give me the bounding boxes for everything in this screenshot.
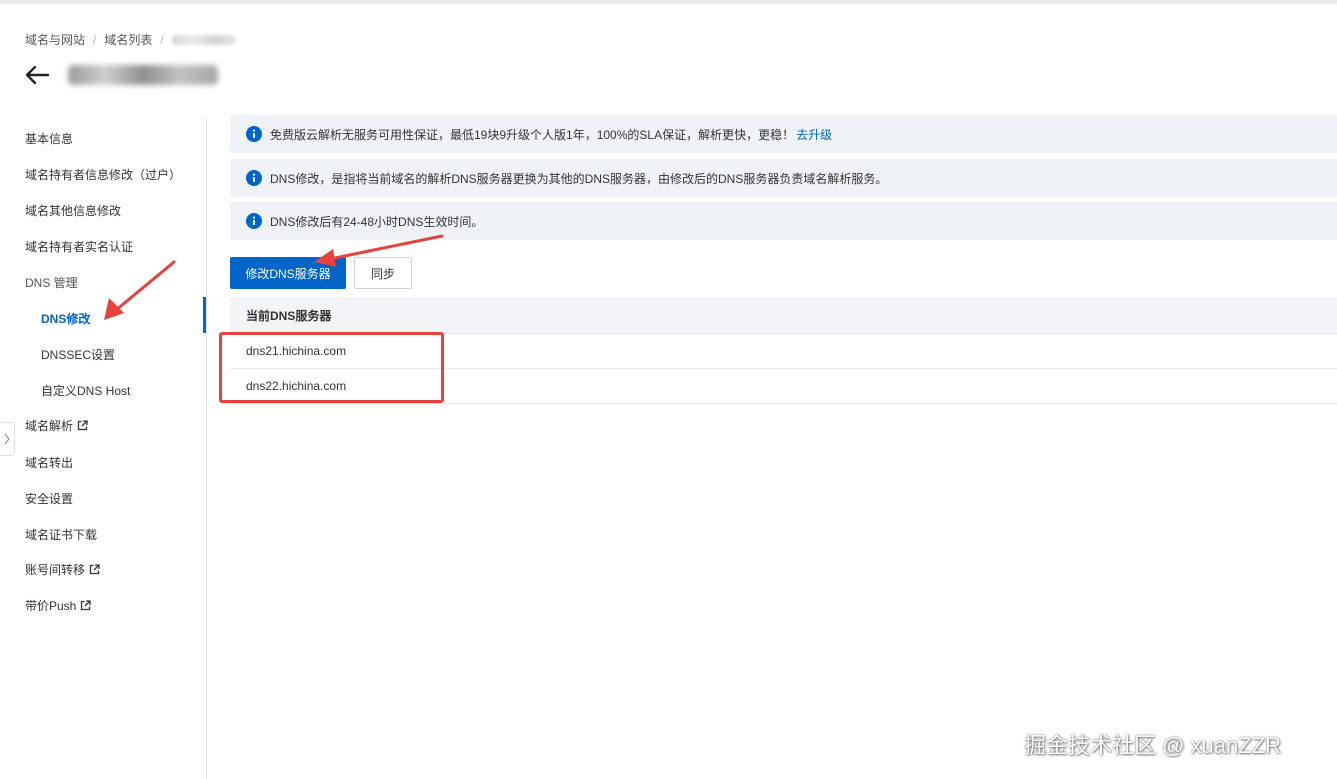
chevron-right-icon — [4, 433, 10, 445]
sidebar-item-label: DNSSEC设置 — [41, 348, 116, 362]
sidebar-item-label: 域名解析 — [25, 419, 74, 433]
notice-text: DNS修改后有24-48小时DNS生效时间。 — [270, 214, 484, 229]
sidebar-item-label: 带价Push — [25, 599, 77, 613]
sidebar-item-label: 域名证书下载 — [25, 528, 98, 542]
notice-text: 免费版云解析无服务可用性保证，最低19块9升级个人版1年，100%的SLA保证，… — [270, 127, 795, 142]
sidebar-group-dns-management: DNS 管理 — [25, 274, 78, 291]
breadcrumb-separator: / — [160, 32, 164, 47]
page-title-row — [24, 62, 218, 88]
sidebar-group-label: DNS 管理 — [25, 276, 78, 290]
sidebar-item-label: 账号间转移 — [25, 563, 86, 577]
sidebar-item-label: DNS修改 — [41, 312, 91, 326]
sidebar-item-account-transfer[interactable]: 账号间转移 — [25, 561, 100, 578]
breadcrumb-domain-list[interactable]: 域名列表 — [104, 31, 152, 48]
notice-upgrade: 免费版云解析无服务可用性保证，最低19块9升级个人版1年，100%的SLA保证，… — [230, 115, 1337, 153]
sidebar-item-label: 域名其他信息修改 — [25, 204, 122, 218]
sidebar-item-label: 安全设置 — [25, 492, 74, 506]
external-link-icon — [81, 600, 92, 611]
sidebar-item-priced-push[interactable]: 带价Push — [25, 597, 92, 614]
sidebar-item-dns-modify[interactable]: DNS修改 — [41, 310, 90, 327]
external-link-icon — [89, 564, 100, 575]
external-link-icon — [77, 420, 88, 431]
sidebar-item-certificate-download[interactable]: 域名证书下载 — [25, 526, 97, 543]
breadcrumb-domains-websites[interactable]: 域名与网站 — [25, 31, 85, 48]
sidebar-item-custom-dns-host[interactable]: 自定义DNS Host — [41, 382, 130, 399]
notice-dns-modify: DNS修改，是指将当前域名的解析DNS服务器更换为其他的DNS服务器，由修改后的… — [230, 159, 1337, 197]
back-arrow-icon[interactable] — [24, 62, 50, 88]
watermark: 掘金技术社区 @ xuanZZR — [1024, 733, 1282, 758]
breadcrumb: 域名与网站 / 域名列表 / — [25, 31, 236, 48]
top-divider — [0, 0, 1337, 4]
sidebar-item-other-info[interactable]: 域名其他信息修改 — [25, 202, 121, 219]
table-header: 当前DNS服务器 — [230, 297, 1337, 334]
notice-text: DNS修改，是指将当前域名的解析DNS服务器更换为其他的DNS服务器，由修改后的… — [270, 171, 888, 186]
annotation-highlight-box — [219, 332, 444, 403]
sidebar-item-label: 域名持有者实名认证 — [25, 240, 134, 254]
page-title-blurred-domain — [68, 65, 218, 85]
modify-dns-button[interactable]: 修改DNS服务器 — [230, 257, 346, 289]
sidebar-item-dns-resolution[interactable]: 域名解析 — [25, 417, 88, 434]
info-icon — [246, 213, 262, 229]
info-icon — [246, 126, 262, 142]
breadcrumb-separator: / — [93, 32, 97, 47]
upgrade-link[interactable]: 去升级 — [796, 126, 832, 143]
sidebar-item-label: 基本信息 — [25, 132, 74, 146]
sidebar-item-label: 域名持有者信息修改（过户） — [25, 168, 182, 182]
sidebar-item-owner-change[interactable]: 域名持有者信息修改（过户） — [25, 166, 181, 183]
notice-propagation: DNS修改后有24-48小时DNS生效时间。 — [230, 202, 1337, 240]
breadcrumb-blurred-domain — [171, 34, 236, 45]
sidebar-item-real-name[interactable]: 域名持有者实名认证 — [25, 238, 133, 255]
active-indicator — [203, 297, 206, 333]
sidebar-item-label: 自定义DNS Host — [41, 384, 131, 398]
sidebar-item-security[interactable]: 安全设置 — [25, 490, 73, 507]
sync-button[interactable]: 同步 — [354, 257, 412, 289]
sidebar-item-transfer-out[interactable]: 域名转出 — [25, 454, 73, 471]
sidebar-item-dnssec[interactable]: DNSSEC设置 — [41, 346, 115, 363]
sidebar-collapse-toggle[interactable] — [0, 422, 15, 456]
info-icon — [246, 170, 262, 186]
sidebar-item-basic-info[interactable]: 基本信息 — [25, 130, 73, 147]
sidebar-item-label: 域名转出 — [25, 456, 74, 470]
